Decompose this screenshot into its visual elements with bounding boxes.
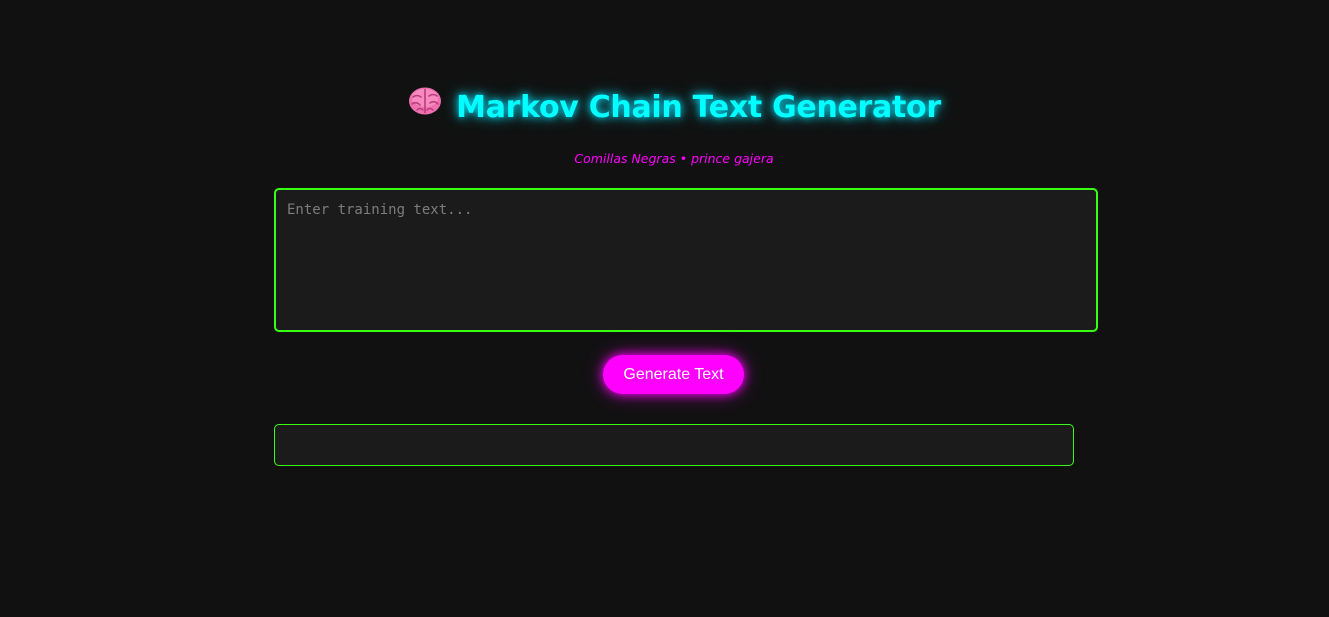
page-title: Markov Chain Text Generator	[0, 84, 1329, 132]
output-box	[274, 424, 1074, 466]
generate-text-button[interactable]: Generate Text	[603, 355, 744, 394]
page: Markov Chain Text Generator Comillas Neg…	[0, 0, 1329, 617]
training-text-input[interactable]	[274, 188, 1098, 332]
subtitle: Comillas Negras • prince gajera	[574, 151, 774, 166]
brain-icon	[408, 83, 442, 131]
title-text: Markov Chain Text Generator	[456, 90, 941, 125]
